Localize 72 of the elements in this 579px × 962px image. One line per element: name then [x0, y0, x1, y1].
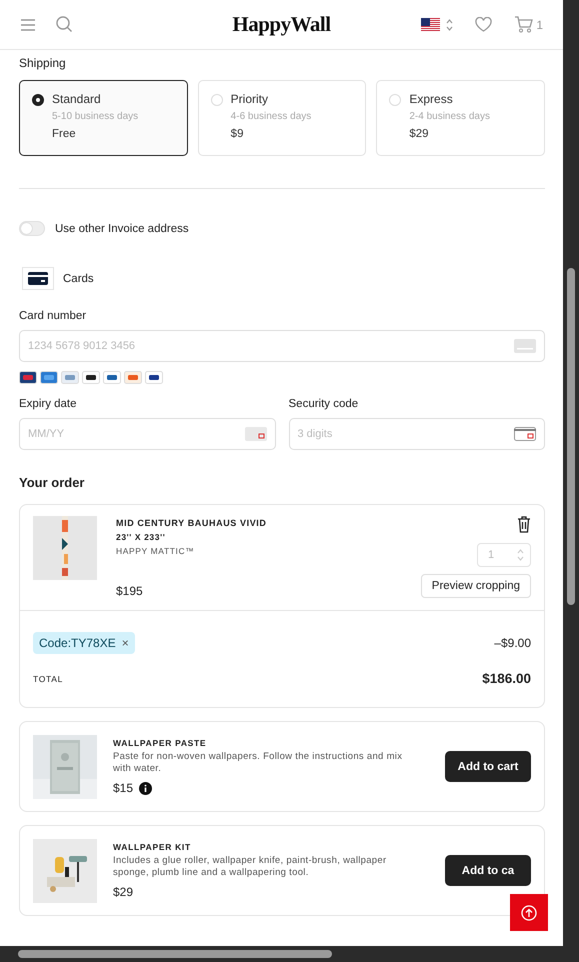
card-brand-icon	[145, 371, 163, 384]
product-name: WALLPAPER KIT	[113, 842, 192, 852]
card-brand-icon	[124, 371, 142, 384]
option-price: Free	[52, 128, 77, 140]
text-input[interactable]: 3 digits	[298, 419, 514, 449]
horizontal-scrollbar[interactable]	[0, 946, 579, 962]
delivery-time: 5-10 business days	[52, 111, 138, 122]
card-back-icon	[244, 427, 266, 441]
delivery-time: 4-6 business days	[230, 111, 312, 122]
flag-icon[interactable]	[421, 18, 440, 32]
input-field[interactable]: MM/YY	[19, 418, 276, 450]
field-label: Card number	[19, 310, 86, 322]
card-brand-icon	[103, 371, 121, 384]
product-size: 23'' X 233''	[116, 532, 166, 542]
option-name: Express	[409, 92, 454, 106]
card-icon	[514, 339, 536, 353]
discount-code: Code:TY78XE	[39, 636, 116, 650]
chevron-updown-icon[interactable]	[517, 549, 524, 561]
add-to-cart-button[interactable]: Add to ca	[445, 855, 531, 886]
cart-count: 1	[536, 18, 543, 32]
payment-method-tab[interactable]	[22, 267, 54, 290]
scrollbar-thumb[interactable]	[18, 950, 332, 958]
product-name: WALLPAPER PASTE	[113, 738, 208, 748]
product-price: $195	[116, 584, 144, 598]
toggle-label: Use other Invoice address	[55, 222, 189, 234]
shipping-option[interactable]: Express 2-4 business days $29	[376, 80, 546, 156]
chevron-updown-icon[interactable]	[446, 18, 454, 30]
remove-code-button[interactable]: ×	[122, 636, 129, 650]
input-field[interactable]: 3 digits	[288, 418, 545, 450]
option-name: Priority	[230, 92, 270, 106]
product-price: $29	[113, 885, 134, 899]
card-brand-icon	[19, 371, 37, 384]
heart-icon[interactable]	[475, 17, 492, 32]
total-label: TOTAL	[33, 674, 64, 684]
card-brand-icon	[61, 371, 79, 384]
option-price: $29	[409, 128, 430, 140]
add-to-cart-button[interactable]: Add to cart	[445, 751, 531, 782]
arrow-up-icon	[521, 904, 537, 920]
card-brand-icon	[82, 371, 100, 384]
shipping-option[interactable]: Standard 5-10 business days Free	[19, 80, 188, 156]
delivery-time: 2-4 business days	[409, 111, 490, 122]
discount-amount: –$9.00	[494, 636, 531, 650]
product-description: Paste for non-woven wallpapers. Follow the instructions and mix with water.	[113, 751, 404, 775]
product-price: $15	[113, 781, 134, 795]
radio-button[interactable]	[32, 94, 44, 106]
toggle-switch[interactable]	[19, 221, 45, 236]
card-back-icon	[514, 427, 536, 441]
option-price: $9	[230, 128, 244, 140]
product-name: MID CENTURY BAUHAUS VIVID	[116, 518, 268, 528]
menu-icon[interactable]	[20, 18, 36, 30]
field-label: Expiry date	[19, 398, 78, 410]
vertical-scrollbar[interactable]	[563, 0, 579, 946]
text-input[interactable]: MM/YY	[28, 419, 244, 449]
payment-method-label: Cards	[63, 272, 94, 284]
shipping-option[interactable]: Priority 4-6 business days $9	[198, 80, 366, 156]
product-brand: HAPPY MATTIC™	[116, 546, 196, 556]
scroll-to-top-button[interactable]	[510, 894, 548, 931]
trash-icon[interactable]	[517, 516, 531, 533]
card-brand-icon	[40, 371, 58, 384]
scrollbar-thumb[interactable]	[567, 268, 575, 605]
preview-cropping-button[interactable]: Preview cropping	[420, 574, 531, 598]
section-label: Shipping	[19, 56, 66, 70]
logo[interactable]: HappyWall	[170, 12, 393, 37]
section-title: Your order	[19, 475, 84, 490]
product-description: Includes a glue roller, wallpaper knife, paint-brush, wallpaper sponge, plumb line and a wallpapering tool.	[113, 855, 388, 879]
info-icon[interactable]	[139, 782, 152, 794]
option-name: Standard	[52, 92, 102, 106]
total-value: $186.00	[482, 671, 531, 686]
field-label: Security code	[288, 398, 360, 410]
credit-card-icon	[28, 272, 48, 285]
search-icon[interactable]	[56, 16, 73, 33]
cart-icon[interactable]	[514, 16, 534, 33]
